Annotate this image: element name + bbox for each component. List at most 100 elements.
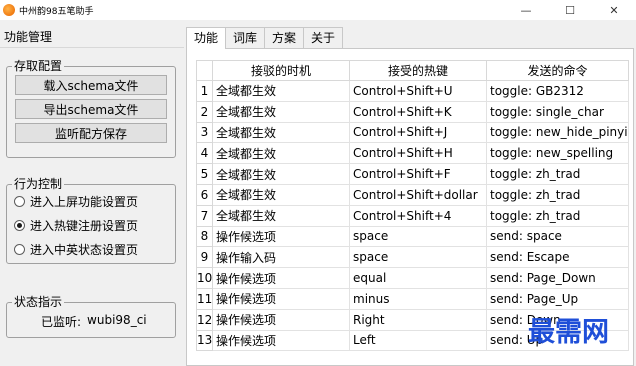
- cell-hotkey[interactable]: space: [349, 246, 487, 269]
- column-header-hotkey[interactable]: 接受的热键: [349, 60, 487, 81]
- radio-ascii-mode-settings[interactable]: 进入中英状态设置页: [14, 240, 138, 258]
- cell-command[interactable]: send: Page_Down: [486, 267, 629, 289]
- cell-command[interactable]: send: Escape: [486, 246, 629, 269]
- table-row[interactable]: 6 全域都生效 Control+Shift+dollar toggle: zh_tra…: [196, 183, 629, 206]
- table-row[interactable]: 10 操作候选项 equal send: Page_Down: [196, 267, 629, 289]
- radio-hotkey-settings[interactable]: 进入热键注册设置页: [14, 216, 138, 234]
- cell-command[interactable]: toggle: new_hide_pinyin: [486, 121, 629, 144]
- row-number[interactable]: 6: [196, 183, 213, 206]
- cell-hotkey[interactable]: Control+Shift+H: [349, 142, 487, 165]
- minimize-button[interactable]: —: [504, 0, 548, 20]
- cell-when[interactable]: 操作候选项: [212, 308, 350, 331]
- window-controls: — ☐ ✕: [504, 0, 636, 20]
- row-number[interactable]: 3: [196, 121, 213, 144]
- radio-commit-settings[interactable]: 进入上屏功能设置页: [14, 192, 138, 210]
- cell-command[interactable]: toggle: GB2312: [486, 80, 629, 102]
- close-button[interactable]: ✕: [592, 0, 636, 20]
- column-header-when[interactable]: 接驳的时机: [212, 60, 350, 81]
- cell-hotkey[interactable]: Left: [349, 329, 487, 352]
- table-row[interactable]: 7 全域都生效 Control+Shift+4 toggle: zh_trad: [196, 204, 629, 227]
- cell-hotkey[interactable]: Control+Shift+dollar: [349, 183, 487, 206]
- row-number[interactable]: 12: [196, 308, 213, 331]
- row-number[interactable]: 1: [196, 80, 213, 102]
- hotkey-table[interactable]: 接驳的时机 接受的热键 发送的命令 1 全域都生效 Control+Shift+U t…: [196, 60, 629, 352]
- tab-functions[interactable]: 功能: [186, 27, 227, 49]
- app-logo-icon: [3, 4, 15, 16]
- cell-hotkey[interactable]: minus: [349, 287, 487, 310]
- cell-when[interactable]: 全域都生效: [212, 183, 350, 206]
- cell-when[interactable]: 全域都生效: [212, 142, 350, 165]
- row-number[interactable]: 11: [196, 287, 213, 310]
- window-title: 中州韵98五笔助手: [19, 6, 94, 17]
- table-header-row: 接驳的时机 接受的热键 发送的命令: [196, 60, 629, 81]
- title-bar: 中州韵98五笔助手 — ☐ ✕: [0, 0, 636, 20]
- radio-unchecked-icon[interactable]: [14, 195, 25, 207]
- cell-command[interactable]: send: space: [486, 225, 629, 248]
- table-row[interactable]: 2 全域都生效 Control+Shift+K toggle: single_char: [196, 100, 629, 123]
- export-schema-button[interactable]: 导出schema文件: [15, 99, 167, 119]
- cell-hotkey[interactable]: Control+Shift+J: [349, 121, 487, 144]
- radio-label: 进入热键注册设置页: [30, 218, 139, 233]
- row-number[interactable]: 5: [196, 163, 213, 185]
- row-number[interactable]: 8: [196, 225, 213, 248]
- cell-when[interactable]: 全域都生效: [212, 204, 350, 227]
- tab-dictionary[interactable]: 词库: [225, 27, 266, 48]
- cell-when[interactable]: 全域都生效: [212, 80, 350, 102]
- status-group-legend: 状态指示: [12, 294, 65, 310]
- cell-command[interactable]: send: Page_Up: [486, 287, 629, 310]
- cell-hotkey[interactable]: Control+Shift+4: [349, 204, 487, 227]
- cell-when[interactable]: 操作候选项: [212, 287, 350, 310]
- maximize-button[interactable]: ☐: [548, 0, 592, 20]
- cell-hotkey[interactable]: Right: [349, 308, 487, 331]
- cell-hotkey[interactable]: equal: [349, 267, 487, 289]
- row-number[interactable]: 13: [196, 329, 213, 352]
- table-row[interactable]: 8 操作候选项 space send: space: [196, 225, 629, 248]
- cell-when[interactable]: 操作候选项: [212, 267, 350, 289]
- cell-command[interactable]: toggle: zh_trad: [486, 204, 629, 227]
- table-row[interactable]: 1 全域都生效 Control+Shift+U toggle: GB2312: [196, 80, 629, 102]
- tab-about[interactable]: 关于: [303, 27, 344, 48]
- cell-command[interactable]: toggle: single_char: [486, 100, 629, 123]
- radio-label: 进入上屏功能设置页: [30, 194, 139, 209]
- cell-hotkey[interactable]: Control+Shift+U: [349, 80, 487, 102]
- row-number[interactable]: 9: [196, 246, 213, 269]
- behavior-group: 行为控制 进入上屏功能设置页 进入热键注册设置页 进入中英状态设置页: [6, 176, 176, 264]
- cell-when[interactable]: 全域都生效: [212, 121, 350, 144]
- status-label: 已监听:: [41, 315, 82, 329]
- storage-group: 存取配置 载入schema文件 导出schema文件 监听配方保存: [6, 58, 176, 158]
- table-row[interactable]: 9 操作输入码 space send: Escape: [196, 246, 629, 269]
- row-number[interactable]: 10: [196, 267, 213, 289]
- radio-unchecked-icon[interactable]: [14, 243, 25, 255]
- watermark-logo: 最需网: [528, 317, 609, 348]
- cell-when[interactable]: 操作输入码: [212, 246, 350, 269]
- status-group: 状态指示 已监听: wubi98_ci: [6, 294, 176, 338]
- row-number[interactable]: 2: [196, 100, 213, 123]
- cell-command[interactable]: toggle: zh_trad: [486, 163, 629, 185]
- cell-command[interactable]: toggle: zh_trad: [486, 183, 629, 206]
- status-value: wubi98_ci: [87, 313, 147, 327]
- cell-hotkey[interactable]: Control+Shift+F: [349, 163, 487, 185]
- table-corner: [196, 60, 213, 81]
- cell-when[interactable]: 操作候选项: [212, 329, 350, 352]
- cell-command[interactable]: toggle: new_spelling: [486, 142, 629, 165]
- cell-hotkey[interactable]: space: [349, 225, 487, 248]
- panel-title: 功能管理: [0, 26, 184, 48]
- storage-group-legend: 存取配置: [12, 58, 65, 74]
- cell-when[interactable]: 全域都生效: [212, 100, 350, 123]
- watch-config-save-button[interactable]: 监听配方保存: [15, 123, 167, 143]
- radio-checked-icon[interactable]: [14, 219, 25, 231]
- status-line: 已监听: wubi98_ci: [41, 313, 147, 330]
- tab-schema[interactable]: 方案: [264, 27, 305, 48]
- table-row[interactable]: 11 操作候选项 minus send: Page_Up: [196, 287, 629, 310]
- cell-when[interactable]: 操作候选项: [212, 225, 350, 248]
- row-number[interactable]: 7: [196, 204, 213, 227]
- column-header-command[interactable]: 发送的命令: [486, 60, 629, 81]
- cell-when[interactable]: 全域都生效: [212, 163, 350, 185]
- cell-hotkey[interactable]: Control+Shift+K: [349, 100, 487, 123]
- load-schema-button[interactable]: 载入schema文件: [15, 75, 167, 95]
- row-number[interactable]: 4: [196, 142, 213, 165]
- table-row[interactable]: 3 全域都生效 Control+Shift+J toggle: new_hide_pi…: [196, 121, 629, 144]
- tab-bar: 功能 词库 方案 关于: [186, 27, 344, 49]
- table-row[interactable]: 5 全域都生效 Control+Shift+F toggle: zh_trad: [196, 163, 629, 185]
- table-row[interactable]: 4 全域都生效 Control+Shift+H toggle: new_spellin…: [196, 142, 629, 165]
